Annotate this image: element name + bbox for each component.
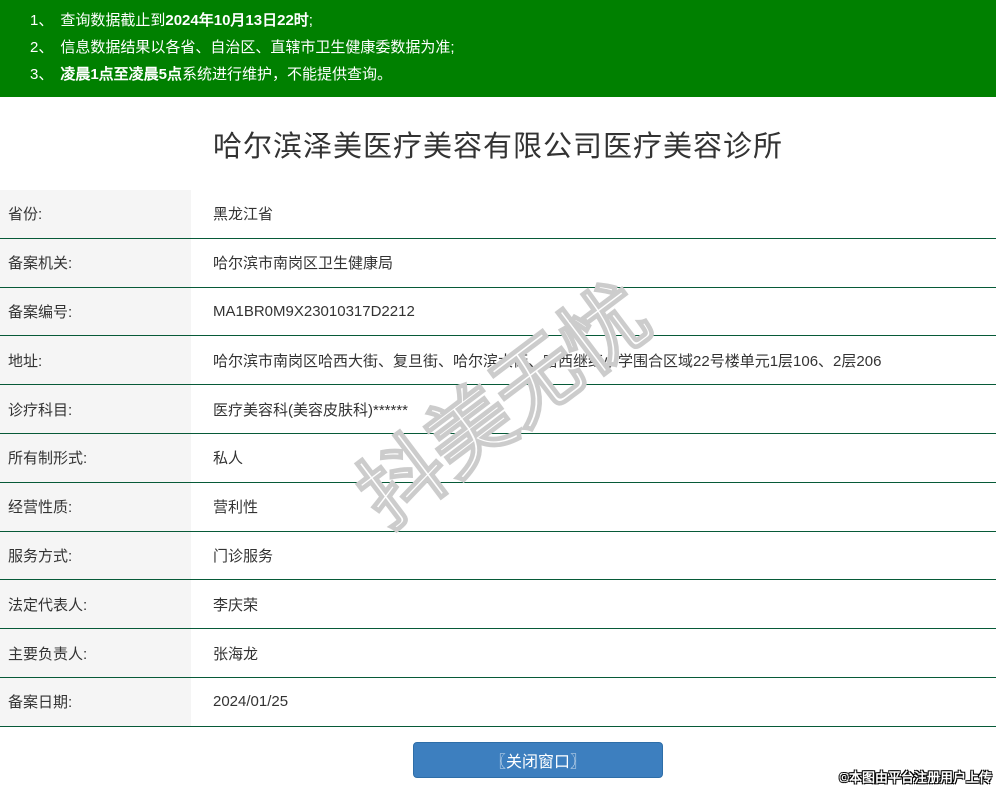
page-title: 哈尔滨泽美医疗美容有限公司医疗美容诊所 xyxy=(212,130,783,163)
field-label: 法定代表人: xyxy=(0,580,199,629)
table-row-service-mode: 服务方式: 门诊服务 xyxy=(0,531,996,581)
field-value: 营利性 xyxy=(213,499,259,517)
table-row-province: 省份: 黑龙江省 xyxy=(0,190,996,239)
notice-text-bold: 2024年10月13日22时 xyxy=(165,12,309,29)
field-value: 医疗美容科(美容皮肤科)****** xyxy=(213,401,409,419)
table-row-record-number: 备案编号: MA1BR0M9X23010317D2212 xyxy=(0,287,996,337)
notice-number: 3、 xyxy=(30,66,54,83)
field-label: 备案编号: xyxy=(0,287,199,336)
table-row-record-authority: 备案机关: 哈尔滨市南岗区卫生健康局 xyxy=(0,238,996,288)
field-value: 门诊服务 xyxy=(213,547,274,565)
notice-item-3: 3、 凌晨1点至凌晨5点系统进行维护，不能提供查询。 xyxy=(30,61,986,88)
notice-text-post: ; xyxy=(308,12,313,29)
table-row-ownership-form: 所有制形式: 私人 xyxy=(0,433,996,483)
field-label: 诊疗科目: xyxy=(0,385,199,433)
table-row-main-person-in-charge: 主要负责人: 张海龙 xyxy=(0,629,996,678)
notice-text-bold: 凌晨1点至凌晨5点 xyxy=(60,66,183,83)
notice-number: 1、 xyxy=(30,12,54,29)
close-window-button[interactable]: 〖关闭窗口〗 xyxy=(413,741,663,778)
field-label: 地址: xyxy=(0,336,199,385)
field-value: 哈尔滨市南岗区哈西大街、复旦街、哈尔滨大街、哈西继红小学围合区域22号楼单元1层… xyxy=(213,352,882,370)
field-label: 经营性质: xyxy=(0,482,199,531)
notice-list: 1、 查询数据截止到2024年10月13日22时; 2、 信息数据结果以各省、自治区… xyxy=(30,7,986,88)
notice-text-post: 系统进行维护，不能提供查询。 xyxy=(182,66,393,83)
field-value: MA1BR0M9X23010317D2212 xyxy=(213,302,415,320)
record-table: 省份: 黑龙江省 备案机关: 哈尔滨市南岗区卫生健康局 备案编号: MA1BR0… xyxy=(0,190,996,727)
field-label: 主要负责人: xyxy=(0,629,199,677)
field-value: 黑龙江省 xyxy=(213,206,274,224)
field-label: 备案机关: xyxy=(0,238,199,287)
field-label: 省份: xyxy=(0,190,199,238)
table-row-record-date: 备案日期: 2024/01/25 xyxy=(0,677,996,727)
field-label: 备案日期: xyxy=(0,677,199,726)
notice-number: 2、 xyxy=(30,39,54,56)
field-value: 私人 xyxy=(213,450,244,468)
field-value: 李庆荣 xyxy=(213,596,259,614)
field-label: 所有制形式: xyxy=(0,433,199,482)
table-row-medical-subjects: 诊疗科目: 医疗美容科(美容皮肤科)****** xyxy=(0,385,996,434)
notice-bar: 1、 查询数据截止到2024年10月13日22时; 2、 信息数据结果以各省、自治区… xyxy=(0,0,996,97)
table-row-legal-representative: 法定代表人: 李庆荣 xyxy=(0,580,996,630)
table-row-business-nature: 经营性质: 营利性 xyxy=(0,482,996,532)
notice-text-pre: 信息数据结果以各省、自治区、直辖市卫生健康委数据为准; xyxy=(60,39,455,56)
field-label: 服务方式: xyxy=(0,531,199,580)
notice-item-2: 2、 信息数据结果以各省、自治区、直辖市卫生健康委数据为准; xyxy=(30,34,986,61)
button-row: 〖关闭窗口〗 xyxy=(0,741,996,778)
field-value: 张海龙 xyxy=(213,645,259,663)
field-value: 哈尔滨市南岗区卫生健康局 xyxy=(213,255,394,273)
table-row-address: 地址: 哈尔滨市南岗区哈西大街、复旦街、哈尔滨大街、哈西继红小学围合区域22号楼… xyxy=(0,336,996,386)
notice-text-pre: 查询数据截止到 xyxy=(60,12,166,29)
field-value: 2024/01/25 xyxy=(213,693,289,711)
title-area: 哈尔滨泽美医疗美容有限公司医疗美容诊所 xyxy=(0,97,996,190)
notice-item-1: 1、 查询数据截止到2024年10月13日22时; xyxy=(30,7,986,34)
